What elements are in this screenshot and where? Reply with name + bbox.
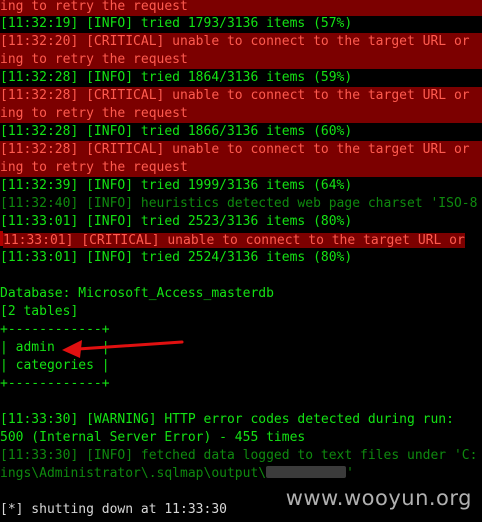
terminal-line-fetched: [11:33:30] [INFO] fetched data logged to… xyxy=(0,448,478,463)
terminal-line-critical: [11:32:28] [CRITICAL] unable to connect … xyxy=(0,87,482,105)
watermark: www.wooyun.org xyxy=(285,486,472,510)
output-path-suffix: ' xyxy=(346,466,354,481)
terminal-line-info: [11:32:19] [INFO] tried 1793/3136 items … xyxy=(0,16,353,31)
terminal-line-retry: ing to retry the request xyxy=(0,159,482,177)
terminal-line-retry: ing to retry the request xyxy=(0,0,482,16)
terminal-line-info-charset: [11:32:40] [INFO] heuristics detected we… xyxy=(0,196,478,211)
terminal-line-critical-cursor: 11:33:01] [CRITICAL] unable to connect t… xyxy=(0,231,482,249)
output-path-text: ings\Administrator\.sqlmap\output\ xyxy=(0,466,267,481)
terminal-line-output-path: ings\Administrator\.sqlmap\output\ ' xyxy=(0,465,482,483)
red-arrow-annotation xyxy=(62,340,184,358)
terminal-line-info: [11:32:28] [INFO] tried 1866/3136 items … xyxy=(0,124,353,139)
terminal-line-critical: [11:32:28] [CRITICAL] unable to connect … xyxy=(0,141,482,159)
redacted-domain xyxy=(266,466,347,478)
terminal-line-info: [11:33:01] [INFO] tried 2524/3136 items … xyxy=(0,250,353,265)
table-count-line: [2 tables] xyxy=(0,304,79,319)
terminal-line-retry: ing to retry the request xyxy=(0,105,482,123)
database-name-line: Database: Microsoft_Access_masterdb xyxy=(0,286,274,301)
terminal-line-retry: ing to retry the request xyxy=(0,51,482,69)
table-border-bottom: +------------+ xyxy=(0,376,110,391)
terminal-line-info: [11:32:28] [INFO] tried 1864/3136 items … xyxy=(0,70,353,85)
terminal-line-error-summary: 500 (Internal Server Error) - 455 times xyxy=(0,430,306,445)
terminal-line-info: [11:32:39] [INFO] tried 1999/3136 items … xyxy=(0,178,353,193)
terminal-line-critical-text: 11:33:01] [CRITICAL] unable to connect t… xyxy=(3,233,465,248)
terminal-window[interactable]: ing to retry the request [11:32:19] [INF… xyxy=(0,0,482,522)
terminal-line-warning: [11:33:30] [WARNING] HTTP error codes de… xyxy=(0,412,454,427)
terminal-line-critical: [11:32:20] [CRITICAL] unable to connect … xyxy=(0,33,482,51)
table-border-top: +------------+ xyxy=(0,322,110,337)
terminal-line-info: [11:33:01] [INFO] tried 2523/3136 items … xyxy=(0,214,353,229)
